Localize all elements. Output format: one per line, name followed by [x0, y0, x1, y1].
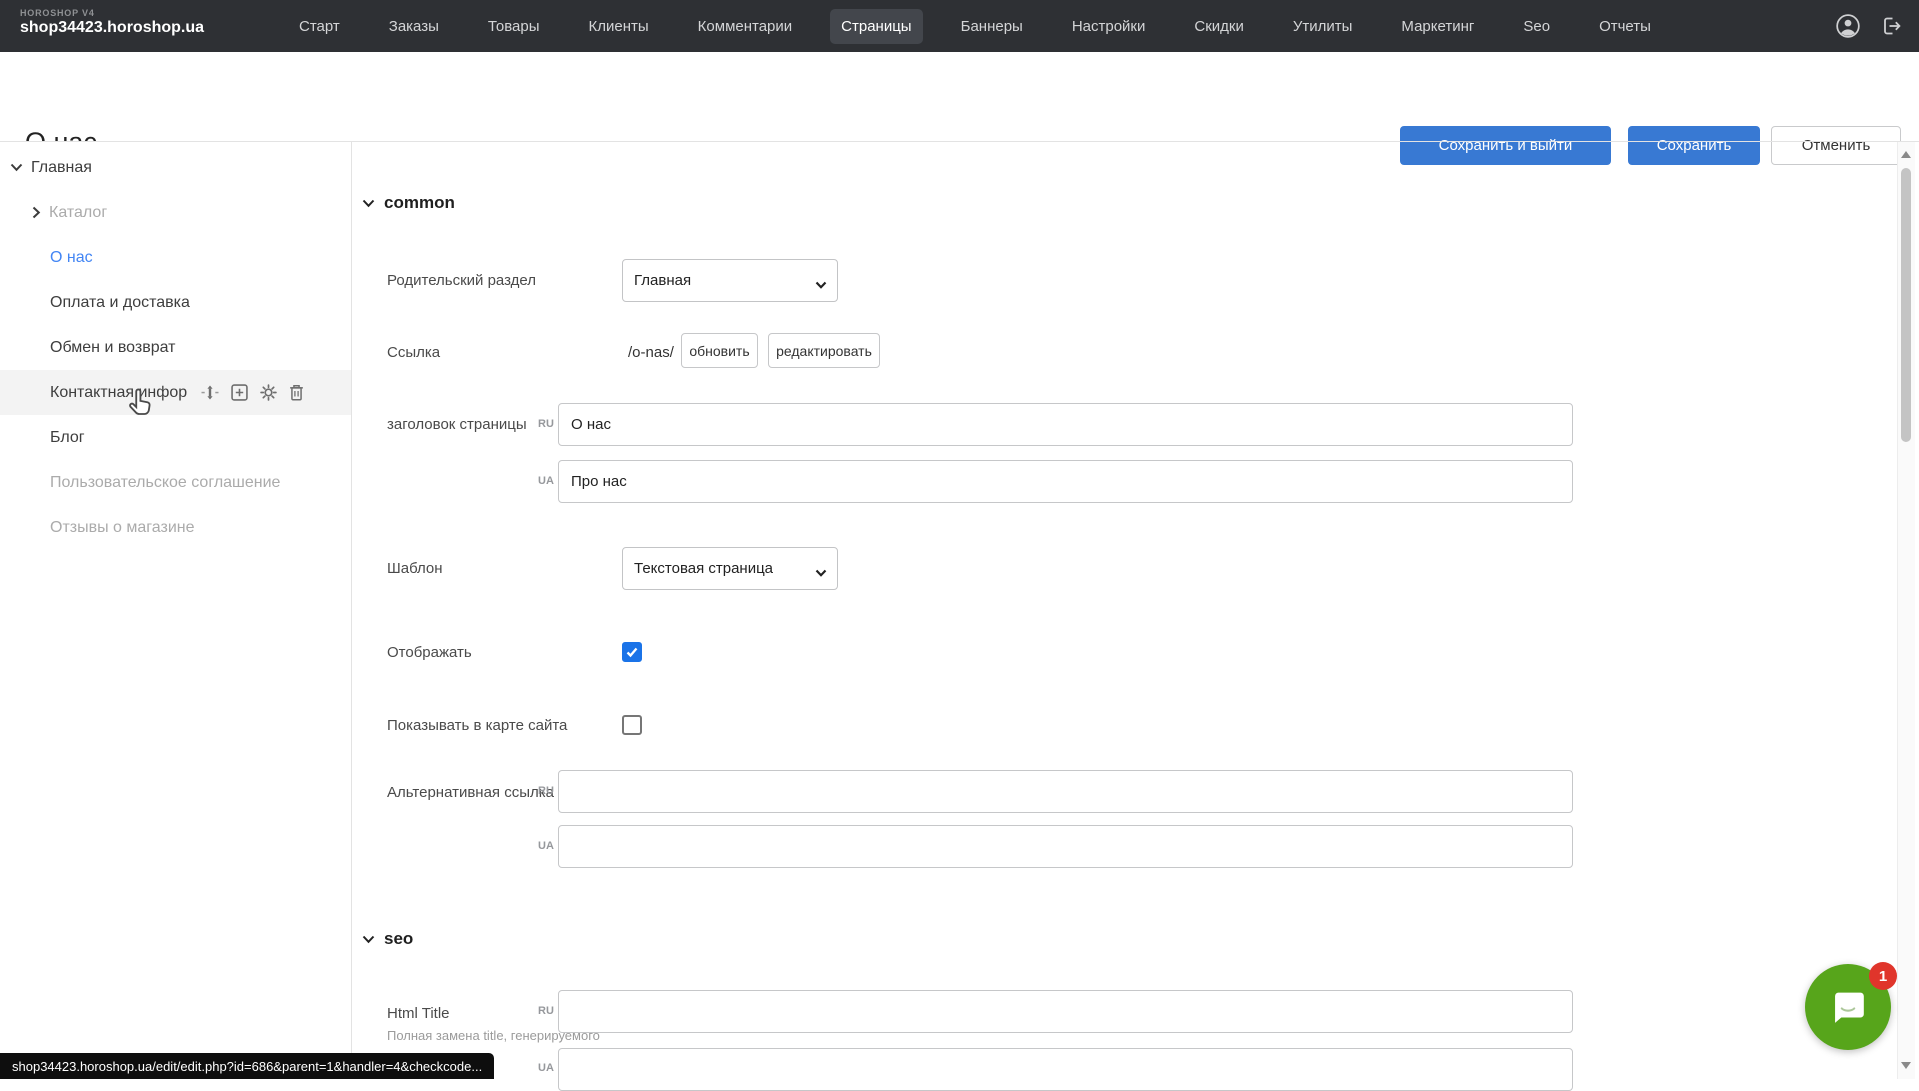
cancel-button[interactable]: Отменить	[1771, 126, 1901, 165]
link-path-value: /o-nas/	[628, 344, 674, 361]
sidebar-item-home[interactable]: Главная	[0, 145, 351, 190]
nav-item-clients[interactable]: Клиенты	[578, 9, 660, 44]
sidebar-item-label: Каталог	[49, 204, 107, 222]
template-select-wrap: Текстовая страница	[622, 547, 838, 590]
lang-badge-ua: UA	[538, 1062, 554, 1074]
sidebar-item-label: Главная	[31, 159, 92, 177]
chevron-down-icon[interactable]	[10, 163, 23, 172]
nav-item-pages[interactable]: Страницы	[830, 9, 922, 44]
link-refresh-button[interactable]: обновить	[681, 333, 758, 368]
page-title-input-ua[interactable]	[558, 460, 1573, 503]
save-button[interactable]: Сохранить	[1628, 126, 1760, 165]
parent-section-select[interactable]: Главная	[622, 259, 838, 302]
sidebar-item-label: Обмен и возврат	[50, 339, 175, 357]
tree-row-actions	[201, 384, 304, 401]
nav-item-settings[interactable]: Настройки	[1061, 9, 1157, 44]
brand-logo[interactable]: HOROSHOP V4 shop34423.horoshop.ua	[20, 8, 204, 37]
lang-badge-ru: RU	[538, 1005, 554, 1017]
chevron-right-icon[interactable]	[32, 206, 41, 219]
lang-badge-ru: RU	[538, 418, 554, 430]
logout-icon[interactable]	[1879, 14, 1903, 38]
status-url-text: shop34423.horoshop.ua/edit/edit.php?id=6…	[12, 1059, 482, 1074]
template-label: Шаблон	[387, 560, 443, 577]
scroll-up-button[interactable]	[1901, 151, 1911, 158]
status-url-bar: shop34423.horoshop.ua/edit/edit.php?id=6…	[0, 1053, 494, 1079]
sidebar-item-store-reviews[interactable]: Отзывы о магазине	[0, 505, 351, 550]
nav-item-marketing[interactable]: Маркетинг	[1390, 9, 1485, 44]
brand-version: HOROSHOP V4	[20, 8, 204, 18]
html-title-input-ua[interactable]	[558, 1048, 1573, 1091]
nav-item-reports[interactable]: Отчеты	[1588, 9, 1662, 44]
save-and-exit-button[interactable]: Сохранить и выйти	[1400, 126, 1611, 165]
main-menu: Старт Заказы Товары Клиенты Комментарии …	[288, 0, 1662, 52]
nav-item-discounts[interactable]: Скидки	[1183, 9, 1254, 44]
delete-trash-icon[interactable]	[289, 384, 304, 401]
nav-item-orders[interactable]: Заказы	[378, 9, 450, 44]
sidebar-item-payment-delivery[interactable]: Оплата и доставка	[0, 280, 351, 325]
nav-item-utilities[interactable]: Утилиты	[1282, 9, 1364, 44]
display-label: Отображать	[387, 644, 472, 661]
sidebar-item-user-agreement[interactable]: Пользовательское соглашение	[0, 460, 351, 505]
lang-badge-ru: RU	[538, 785, 554, 797]
section-seo[interactable]: seo	[362, 929, 413, 949]
html-title-input-ru[interactable]	[558, 990, 1573, 1033]
lang-badge-ua: UA	[538, 475, 554, 487]
sidebar-item-label: О нас	[50, 249, 93, 267]
alt-link-label: Альтернативная ссылка	[387, 784, 554, 801]
parent-section-label: Родительский раздел	[387, 272, 536, 289]
nav-item-products[interactable]: Товары	[477, 9, 551, 44]
lang-badge-ua: UA	[538, 840, 554, 852]
page-title-input-ru[interactable]	[558, 403, 1573, 446]
nav-item-comments[interactable]: Комментарии	[687, 9, 803, 44]
sitemap-checkbox[interactable]	[622, 715, 642, 735]
chat-unread-badge: 1	[1869, 962, 1897, 990]
template-select[interactable]: Текстовая страница	[622, 547, 838, 590]
html-title-label: Html Title	[387, 1005, 450, 1022]
page-header: О нас Сохранить и выйти Сохранить Отмени…	[0, 52, 1919, 142]
chat-bubble-icon	[1825, 984, 1871, 1030]
page-title-field-label: заголовок страницы	[387, 416, 527, 433]
checkmark-icon	[625, 645, 639, 659]
add-page-icon[interactable]	[231, 384, 248, 401]
alt-link-input-ru[interactable]	[558, 770, 1573, 813]
link-edit-button[interactable]: редактировать	[768, 333, 880, 368]
section-common[interactable]: common	[362, 193, 455, 213]
nav-item-seo[interactable]: Seo	[1512, 9, 1561, 44]
sidebar-item-label: Блог	[50, 429, 85, 447]
display-checkbox[interactable]	[622, 642, 642, 662]
link-label: Ссылка	[387, 344, 440, 361]
sidebar-item-about[interactable]: О нас	[0, 235, 351, 280]
user-account-icon[interactable]	[1835, 13, 1861, 39]
scroll-down-button[interactable]	[1901, 1062, 1911, 1069]
chevron-down-icon	[362, 935, 375, 944]
sidebar-item-blog[interactable]: Блог	[0, 415, 351, 460]
sidebar-item-label: Отзывы о магазине	[50, 519, 195, 537]
settings-gear-icon[interactable]	[260, 384, 277, 401]
drag-icon[interactable]	[201, 385, 219, 400]
nav-item-banners[interactable]: Баннеры	[950, 9, 1034, 44]
sitemap-label: Показывать в карте сайта	[387, 717, 567, 734]
alt-link-input-ua[interactable]	[558, 825, 1573, 868]
sidebar-item-exchange-return[interactable]: Обмен и возврат	[0, 325, 351, 370]
sidebar-item-label: Контактная инфор	[50, 384, 187, 402]
sidebar-item-contact-info[interactable]: Контактная инфор	[0, 370, 351, 415]
sidebar-item-catalog[interactable]: Каталог	[0, 190, 351, 235]
brand-domain: shop34423.horoshop.ua	[20, 19, 204, 37]
scrollbar-thumb[interactable]	[1901, 168, 1911, 442]
pages-tree-sidebar: Главная Каталог О нас Оплата и доставка …	[0, 142, 352, 1079]
nav-item-start[interactable]: Старт	[288, 9, 351, 44]
parent-section-select-wrap: Главная	[622, 259, 838, 302]
sidebar-item-label: Пользовательское соглашение	[50, 474, 280, 492]
top-navbar: HOROSHOP V4 shop34423.horoshop.ua Старт …	[0, 0, 1919, 52]
sidebar-item-label: Оплата и доставка	[50, 294, 190, 312]
chevron-down-icon	[362, 199, 375, 208]
